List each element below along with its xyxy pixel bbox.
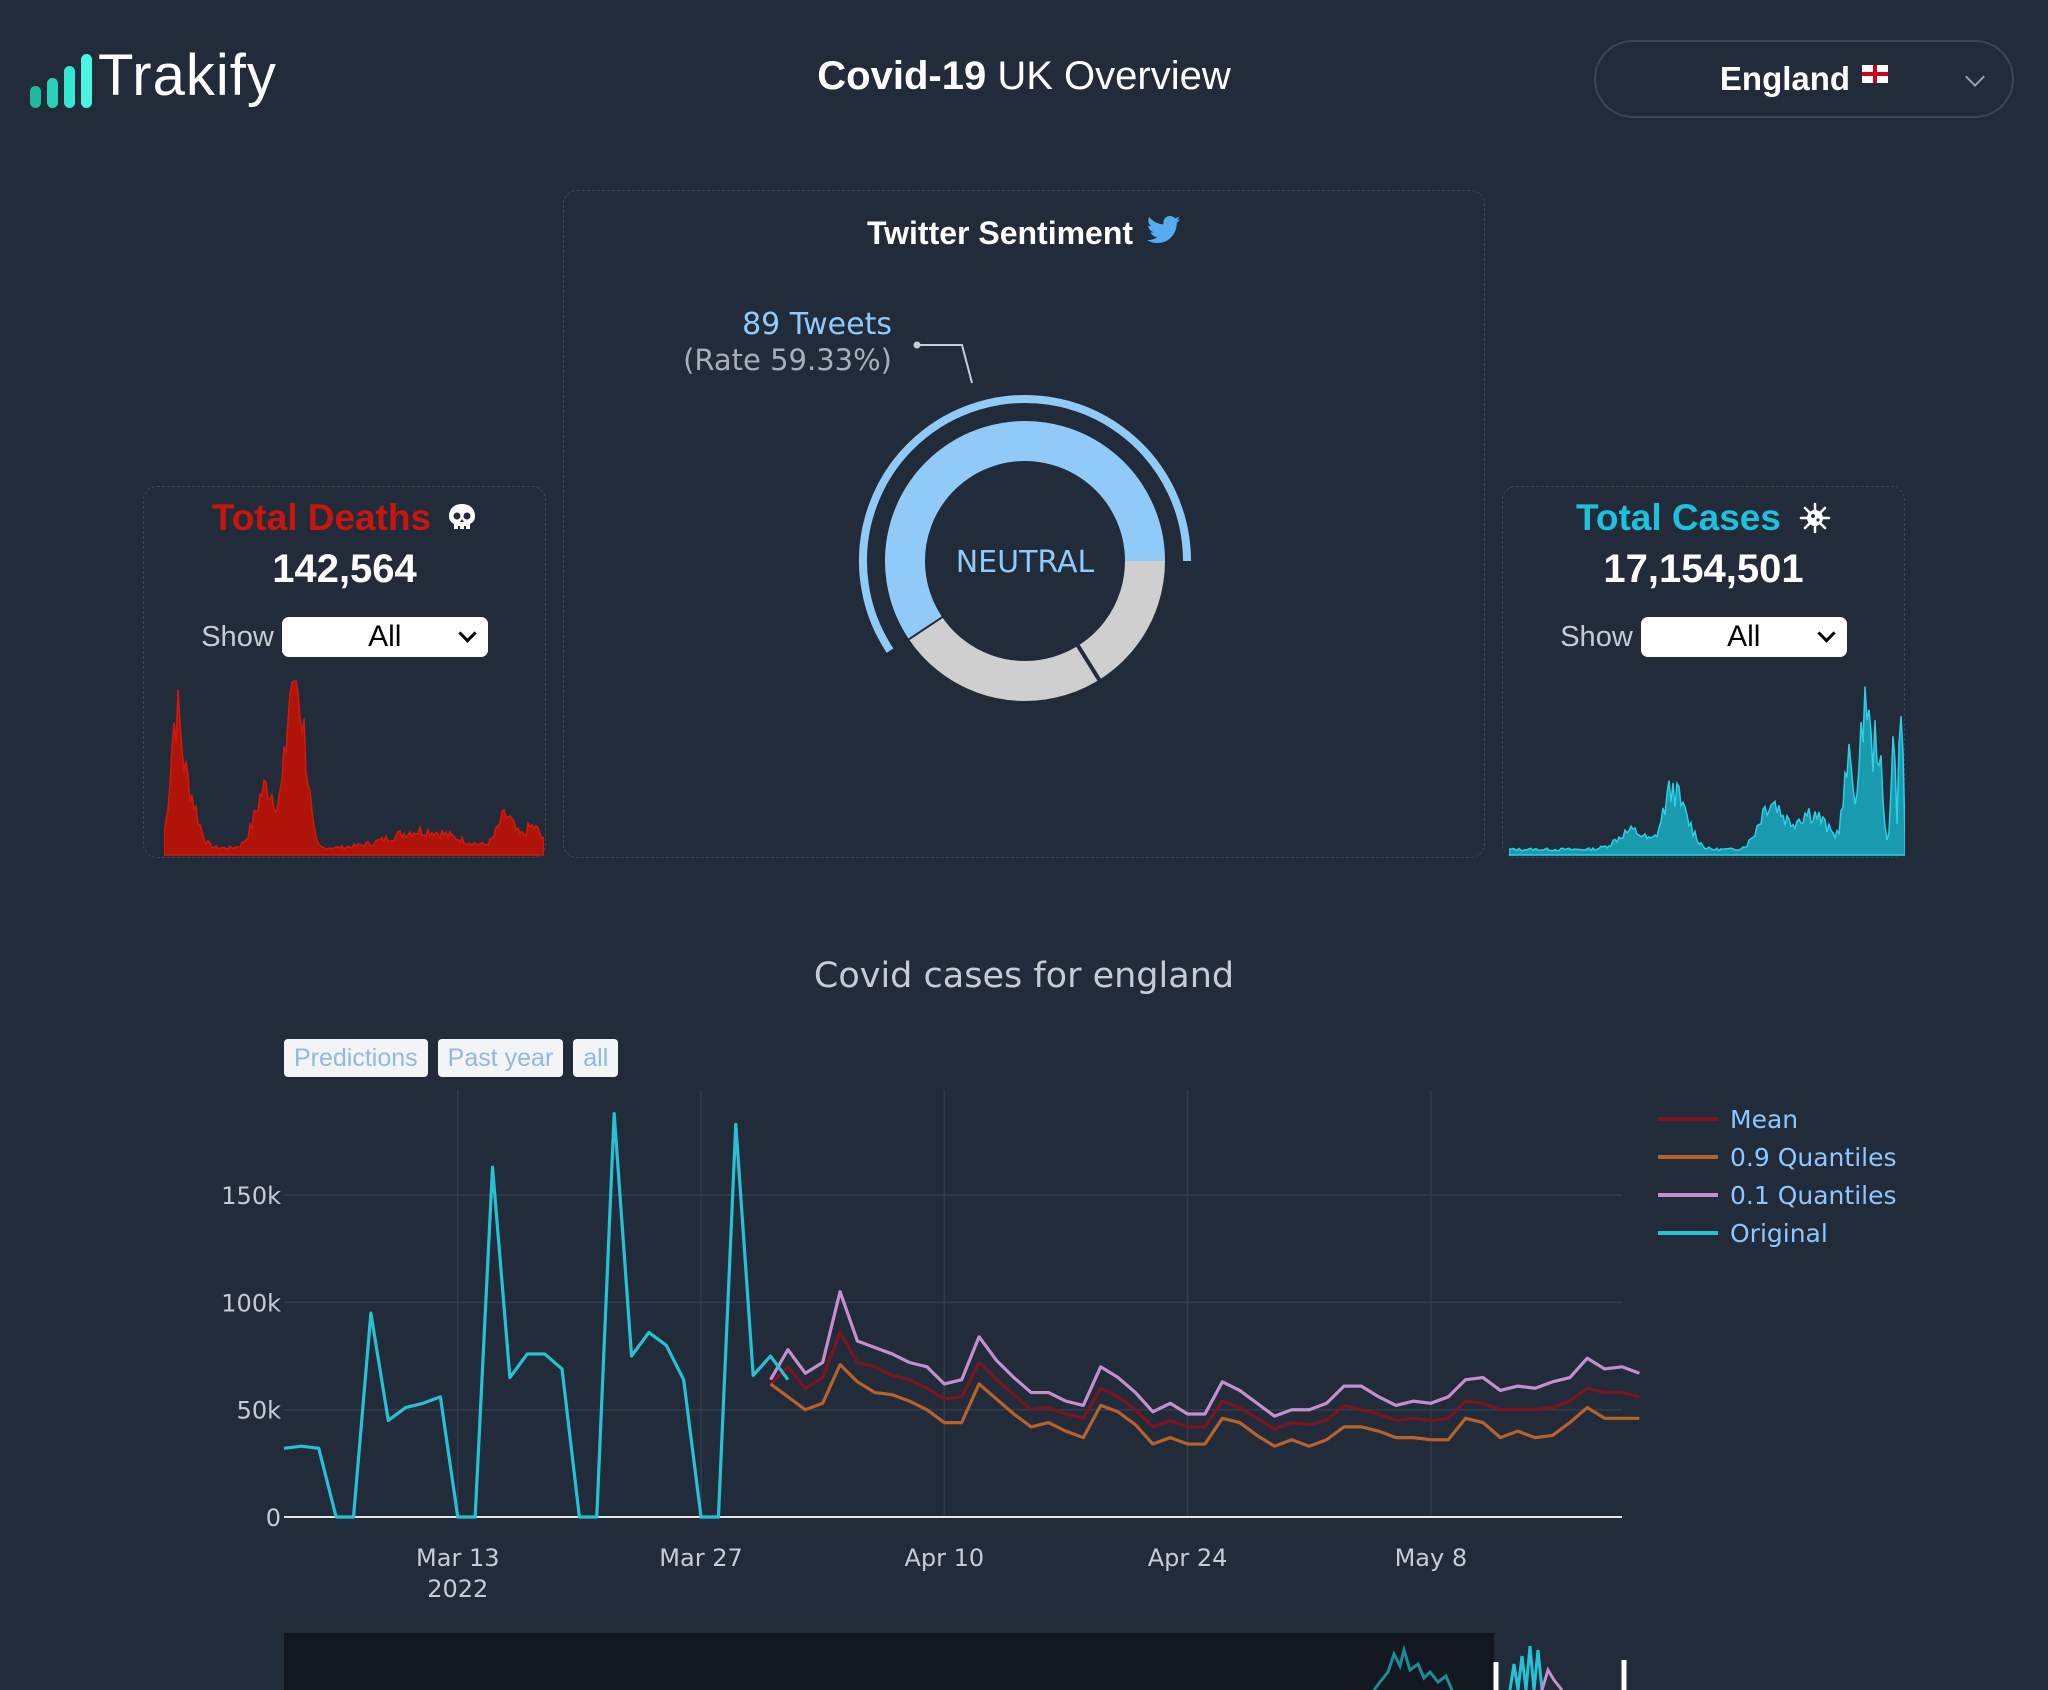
legend-label: 0.9 Quantiles [1730, 1142, 1897, 1172]
legend-swatch [1658, 1193, 1718, 1197]
cases-area [1509, 686, 1905, 856]
callout-count: 89 Tweets [742, 307, 892, 342]
app-name: Trakify [98, 43, 277, 108]
cases-show-label: Show [1560, 620, 1633, 653]
y-tick-label: 50k [237, 1397, 282, 1425]
total-deaths-title: Total Deaths [211, 497, 432, 538]
series-layer [283, 1112, 1640, 1519]
legend-swatch [1658, 1117, 1718, 1121]
legend-item-mean[interactable]: Mean [1658, 1100, 1897, 1138]
total-deaths-value: 142,564 [272, 547, 417, 591]
page-title-bold: Covid-19 [817, 54, 987, 98]
cases-line-chart[interactable]: Mar 13 2022 Mar 27 Apr 10 Apr 24 May 8 0 50k 100… [0, 1080, 1700, 1690]
region-label: England [1719, 60, 1851, 97]
deaths-range-value: All [368, 620, 402, 653]
range-slider[interactable] [284, 1633, 1494, 1690]
x-tick-year-label: 2022 [427, 1575, 488, 1603]
range-button-predictions[interactable]: Predictions [284, 1039, 428, 1077]
chevron-down-icon [1965, 67, 1985, 87]
legend-label: Mean [1730, 1104, 1799, 1134]
callout-rate: (Rate 59.33%) [683, 343, 892, 377]
deaths-show-label: Show [201, 620, 274, 653]
legend-item-original[interactable]: Original [1658, 1214, 1897, 1252]
chevron-down-icon [458, 624, 477, 643]
series-line-original [283, 1112, 790, 1519]
range-button-all[interactable]: all [573, 1039, 619, 1077]
axis-layer: Mar 13 2022 Mar 27 Apr 10 Apr 24 May 8 0 50k 100… [221, 1182, 1467, 1603]
legend-swatch [1658, 1231, 1718, 1235]
main-chart-title: Covid cases for england [813, 956, 1235, 996]
page-title-rest: UK Overview [986, 54, 1231, 98]
range-button-past-year[interactable]: Past year [437, 1039, 564, 1077]
total-cases-value: 17,154,501 [1603, 547, 1804, 591]
cases-range-select[interactable]: All [1640, 617, 1847, 657]
total-deaths-card: Total Deaths 142,564 Show All [143, 486, 546, 858]
y-tick-label: 100k [221, 1289, 281, 1317]
total-cases-title: Total Cases [1576, 497, 1781, 538]
legend-label: Original [1730, 1218, 1828, 1248]
legend-item-0-1-quantiles[interactable]: 0.1 Quantiles [1658, 1176, 1897, 1214]
app-logo[interactable]: Trakify [30, 44, 277, 108]
callout-dot [913, 341, 921, 349]
england-flag-icon [1862, 65, 1889, 83]
x-tick-label: Apr 10 [904, 1544, 984, 1572]
skull-icon [449, 504, 476, 530]
virus-icon [1799, 502, 1831, 534]
callout-line [917, 344, 973, 384]
deaths-sparkline [164, 680, 544, 856]
donut-center-label: NEUTRAL [956, 545, 1095, 580]
deaths-range-select[interactable]: All [281, 617, 488, 657]
range-slider-window [1494, 1633, 1624, 1690]
legend-item-0-9-quantiles[interactable]: 0.9 Quantiles [1658, 1138, 1897, 1176]
region-dropdown[interactable]: England [1594, 40, 2014, 118]
twitter-sentiment-card: Twitter Sentiment 89 Tweets (Rate 59.33%… [563, 190, 1485, 858]
y-tick-label: 150k [221, 1182, 281, 1210]
x-tick-label: May 8 [1395, 1544, 1468, 1572]
range-selector: Predictions Past year all [284, 1039, 619, 1077]
x-tick-label: Mar 13 [416, 1544, 499, 1572]
cases-range-value: All [1727, 620, 1761, 653]
logo-bars-icon [30, 52, 92, 108]
legend-label: 0.1 Quantiles [1730, 1180, 1897, 1210]
legend-swatch [1658, 1155, 1718, 1159]
sentiment-donut-chart: 89 Tweets (Rate 59.33%) NEUTRAL [683, 307, 1191, 701]
chart-legend: Mean 0.9 Quantiles 0.1 Quantiles Origina… [1658, 1100, 1897, 1252]
donut-neutral-segment [885, 421, 1165, 639]
x-tick-label: Mar 27 [659, 1544, 742, 1572]
chevron-down-icon [1817, 624, 1836, 643]
y-tick-label: 0 [266, 1504, 281, 1532]
x-tick-label: Apr 24 [1148, 1544, 1228, 1572]
deaths-area [164, 680, 544, 856]
cases-sparkline [1509, 686, 1905, 856]
total-cases-card: Total Cases 17,154,501 Show All [1502, 486, 1905, 858]
